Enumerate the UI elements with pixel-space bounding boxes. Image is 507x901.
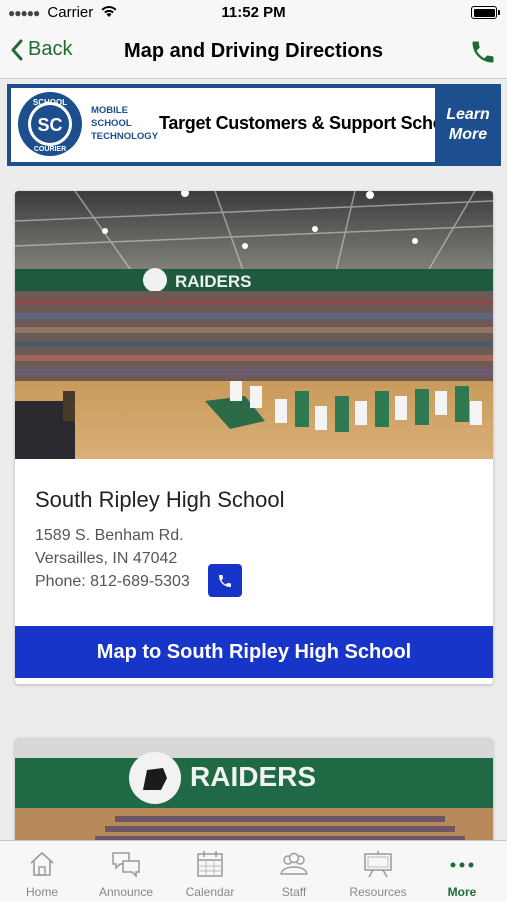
banner-tagline: Target Customers & Support Schools (159, 113, 469, 133)
svg-text:SC: SC (37, 115, 62, 135)
calendar-icon (197, 851, 223, 877)
phone-icon (219, 574, 231, 587)
more-dots-icon (450, 862, 474, 868)
tab-more[interactable]: More (420, 841, 504, 901)
mobile-school-technology-text: MOBILE SCHOOL TECHNOLOGY (91, 105, 159, 142)
tab-home[interactable]: Home (0, 841, 84, 901)
tab-staff[interactable]: Staff (252, 841, 336, 901)
learn-more-button[interactable]: Learn More (435, 84, 501, 166)
people-icon (280, 852, 308, 875)
city-state-zip: Versailles, IN 47042 (35, 550, 178, 567)
school-card: RAIDERS South Ripley High School 1589 S.… (15, 191, 493, 684)
school-gym-photo: RAIDERS (15, 191, 493, 459)
second-location-card: RAIDERS (15, 738, 493, 848)
svg-text:RAIDERS: RAIDERS (175, 272, 252, 291)
bottom-tab-bar: Home Announce Calendar Staff Resources M… (0, 840, 507, 901)
navigation-bar: Back Map and Driving Directions (0, 26, 507, 79)
tab-calendar[interactable]: Calendar (168, 841, 252, 901)
status-bar: ●●●●● Carrier 11:52 PM (0, 0, 507, 26)
address-line: 1589 S. Benham Rd. (35, 527, 184, 544)
chat-bubbles-icon (112, 852, 140, 878)
map-to-school-button[interactable]: Map to South Ripley High School (15, 626, 493, 678)
home-icon (30, 851, 54, 876)
tab-resources[interactable]: Resources (336, 841, 420, 901)
svg-text:RAIDERS: RAIDERS (190, 761, 316, 792)
phone-call-icon[interactable] (469, 38, 497, 66)
svg-text:COURIER: COURIER (34, 146, 66, 153)
call-school-button[interactable] (208, 564, 242, 597)
svg-text:SCHOOL: SCHOOL (33, 98, 67, 107)
page-title: Map and Driving Directions (124, 40, 383, 62)
easel-icon (364, 851, 392, 878)
clock: 11:52 PM (221, 4, 286, 21)
gym-photo-2: RAIDERS (15, 738, 493, 848)
tab-announce[interactable]: Announce (84, 841, 168, 901)
battery-icon (471, 6, 500, 19)
phone-number: Phone: 812-689-5303 (35, 573, 190, 590)
school-name: South Ripley High School (35, 487, 285, 512)
school-courier-logo: SCHOOL SC COURIER (18, 92, 82, 156)
ad-banner[interactable]: SCHOOL SC COURIER MOBILE SCHOOL TECHNOLO… (7, 84, 501, 166)
